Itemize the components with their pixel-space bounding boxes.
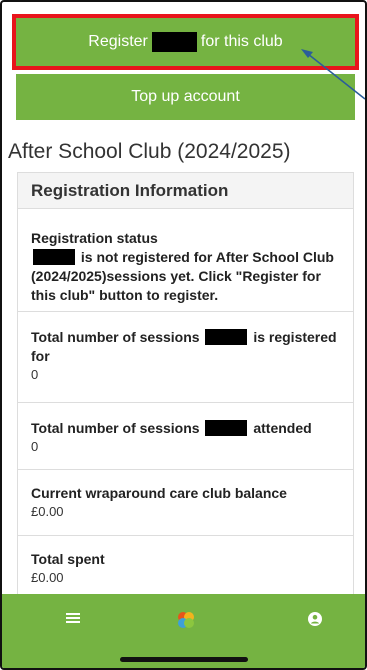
panel-heading: Registration Information <box>18 173 353 209</box>
registration-status-text: is not registered for After School Club … <box>31 249 334 303</box>
sessions-attended-label: Total number of sessions attended <box>31 420 312 436</box>
page-title: After School Club (2024/2025) <box>8 140 291 163</box>
registration-panel: Registration Information Registration st… <box>17 172 354 612</box>
register-label-suffix: for this club <box>200 33 283 50</box>
topup-label: Top up account <box>131 88 240 105</box>
home-indicator <box>120 657 248 662</box>
menu-icon[interactable] <box>66 612 80 624</box>
redacted-name <box>33 249 75 265</box>
register-label-prefix: Register <box>88 33 148 50</box>
sessions-registered-value: 0 <box>31 367 39 382</box>
balance-value: £0.00 <box>31 504 64 519</box>
redacted-name <box>205 329 248 345</box>
total-spent-value: £0.00 <box>31 570 64 585</box>
sessions-attended-value: 0 <box>31 439 39 454</box>
top-up-account-button[interactable]: Top up account <box>16 74 355 120</box>
redacted-name <box>205 420 248 436</box>
registration-status-label: Registration status <box>31 230 158 246</box>
registration-status-item: Registration status is not registered fo… <box>18 209 353 312</box>
user-icon[interactable] <box>308 612 322 626</box>
balance-label: Current wraparound care club balance <box>31 485 287 501</box>
redacted-name <box>151 32 197 52</box>
total-spent-item: Total spent £0.00 <box>18 536 353 587</box>
sessions-attended-item: Total number of sessions attended 0 <box>18 403 353 470</box>
balance-item: Current wraparound care club balance £0.… <box>18 470 353 536</box>
total-spent-label: Total spent <box>31 551 105 567</box>
register-for-club-button[interactable]: Register for this club <box>16 18 355 66</box>
bottom-navigation <box>2 594 365 668</box>
sessions-registered-item: Total number of sessions is registered f… <box>18 312 353 403</box>
logo-icon[interactable] <box>176 610 196 630</box>
sessions-registered-label: Total number of sessions is registered f… <box>31 329 337 364</box>
phone-screen: Register for this club Top up account Af… <box>0 0 367 670</box>
